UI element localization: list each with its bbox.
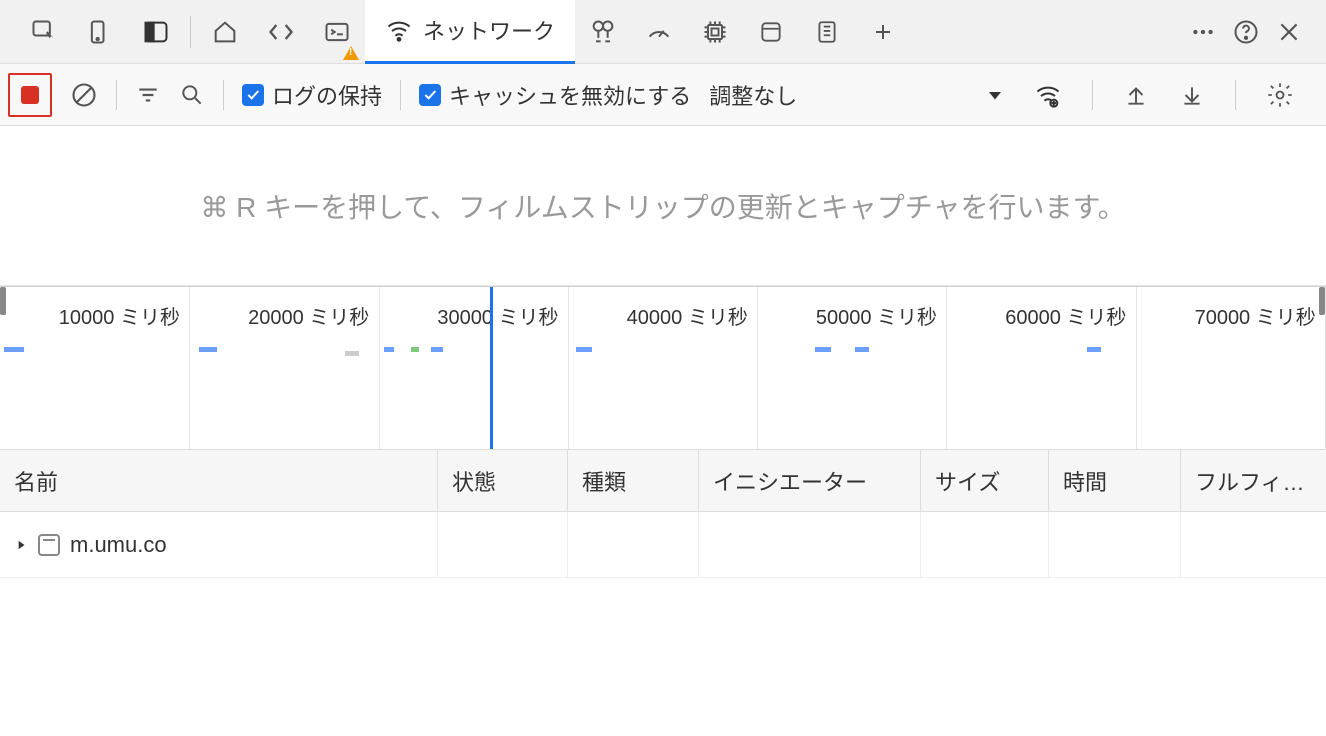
tick-label: 30000 ミリ秒 [437, 301, 562, 330]
tab-console[interactable] [309, 0, 365, 64]
network-conditions-icon[interactable] [1034, 81, 1062, 109]
col-status[interactable]: 状態 [438, 450, 568, 511]
throttling-caret[interactable] [986, 86, 1004, 104]
filmstrip-message: ⌘ R キーを押して、フィルムストリップの更新とキャプチャを行います。 [200, 186, 1125, 226]
request-table: m.umu.co [0, 512, 1326, 578]
cell-size [921, 512, 1049, 577]
expand-arrow-icon[interactable] [14, 538, 28, 552]
close-icon[interactable] [1276, 19, 1302, 45]
col-type[interactable]: 種類 [568, 450, 699, 511]
col-initiator[interactable]: イニシエーター [699, 450, 921, 511]
disable-cache-checkbox[interactable]: キャッシュを無効にする [419, 79, 691, 111]
separator [1092, 80, 1093, 110]
throttling-dropdown[interactable]: 調整なし [709, 79, 797, 111]
tab-storage[interactable] [799, 0, 855, 64]
tab-welcome[interactable] [197, 0, 253, 64]
tab-elements[interactable] [253, 0, 309, 64]
col-time[interactable]: 時間 [1049, 450, 1181, 511]
request-bar [431, 347, 443, 352]
request-bar [1087, 347, 1101, 352]
tab-sources[interactable] [575, 0, 631, 64]
stop-icon [21, 86, 39, 104]
filmstrip-area: ⌘ R キーを押して、フィルムストリップの更新とキャプチャを行います。 [0, 126, 1326, 286]
top-right-controls [1190, 18, 1326, 46]
settings-icon[interactable] [1266, 81, 1294, 109]
cell-fulfilled [1181, 512, 1326, 577]
document-icon [38, 534, 60, 556]
more-icon[interactable] [1190, 19, 1216, 45]
tick-label: 50000 ミリ秒 [816, 301, 941, 330]
timeline-inner: 10000 ミリ秒 20000 ミリ秒 30000 ミリ秒 40000 ミリ秒 … [0, 286, 1326, 449]
import-icon[interactable] [1123, 82, 1149, 108]
tab-group: ネットワーク [0, 0, 911, 64]
tab-memory[interactable] [687, 0, 743, 64]
record-button[interactable] [8, 73, 52, 117]
tab-add[interactable] [855, 0, 911, 64]
tick-label: 20000 ミリ秒 [248, 301, 373, 330]
request-bar [576, 347, 592, 352]
playhead[interactable] [490, 287, 493, 449]
separator [223, 80, 224, 110]
disable-cache-label: キャッシュを無効にする [449, 79, 691, 111]
tick-label: 10000 ミリ秒 [59, 301, 184, 330]
request-bar [384, 347, 394, 352]
separator [400, 80, 401, 110]
cell-status [438, 512, 568, 577]
preserve-log-label: ログの保持 [272, 79, 382, 111]
wifi-icon [385, 16, 413, 44]
table-row[interactable]: m.umu.co [0, 512, 1326, 578]
tab-network[interactable]: ネットワーク [365, 0, 575, 64]
help-icon[interactable] [1232, 18, 1260, 46]
cell-name: m.umu.co [0, 512, 438, 577]
request-bar [345, 351, 359, 356]
tab-application[interactable] [743, 0, 799, 64]
table-header: 名前 状態 種類 イニシエーター サイズ 時間 フルフィ… [0, 450, 1326, 512]
filter-icon[interactable] [135, 82, 161, 108]
clear-button[interactable] [70, 81, 98, 109]
cell-type [568, 512, 699, 577]
cell-initiator [699, 512, 921, 577]
request-bar [4, 347, 24, 352]
request-bar [199, 347, 217, 352]
dock-icon[interactable] [128, 0, 184, 64]
tick-label: 70000 ミリ秒 [1195, 301, 1320, 330]
col-fulfilled[interactable]: フルフィ… [1181, 450, 1326, 511]
request-bar [411, 347, 419, 352]
network-toolbar: ログの保持 キャッシュを無効にする 調整なし [0, 64, 1326, 126]
export-icon[interactable] [1179, 82, 1205, 108]
devtools-tab-bar: ネットワーク [0, 0, 1326, 64]
request-bar [815, 347, 831, 352]
search-icon[interactable] [179, 82, 205, 108]
range-handle-left[interactable] [0, 287, 6, 315]
separator [116, 80, 117, 110]
divider [190, 16, 191, 48]
tab-performance[interactable] [631, 0, 687, 64]
separator [1235, 80, 1236, 110]
tick-label: 60000 ミリ秒 [1005, 301, 1130, 330]
request-name: m.umu.co [70, 532, 167, 558]
tick-label: 40000 ミリ秒 [627, 301, 752, 330]
timeline-overview[interactable]: 10000 ミリ秒 20000 ミリ秒 30000 ミリ秒 40000 ミリ秒 … [0, 286, 1326, 450]
tab-network-label: ネットワーク [423, 14, 555, 46]
cell-time [1049, 512, 1181, 577]
preserve-log-checkbox[interactable]: ログの保持 [242, 79, 382, 111]
col-name[interactable]: 名前 [0, 450, 438, 511]
throttling-label: 調整なし [709, 79, 797, 111]
warning-badge [343, 46, 359, 60]
col-size[interactable]: サイズ [921, 450, 1049, 511]
device-toggle-icon[interactable] [72, 0, 128, 64]
inspect-icon[interactable] [16, 0, 72, 64]
request-bar [855, 347, 869, 352]
